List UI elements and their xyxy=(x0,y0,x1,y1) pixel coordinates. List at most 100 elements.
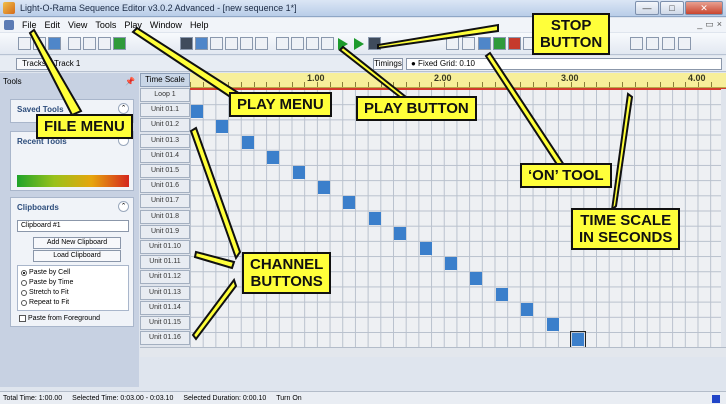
refresh-icon[interactable] xyxy=(113,37,126,50)
channel-button[interactable]: Unit 01.7 xyxy=(140,194,190,209)
channel-button[interactable]: Unit 01.9 xyxy=(140,224,190,239)
audio-icon[interactable] xyxy=(276,37,289,50)
paste-from-foreground-option[interactable]: Paste from Foreground xyxy=(19,315,100,322)
cut-icon[interactable] xyxy=(68,37,81,50)
video-icon[interactable] xyxy=(291,37,304,50)
play-from-cursor-button[interactable] xyxy=(352,37,365,50)
load-clipboard-button[interactable]: Load Clipboard xyxy=(33,250,121,262)
repeat-to-fit-option[interactable]: Repeat to Fit xyxy=(21,299,69,306)
copy-icon[interactable] xyxy=(83,37,96,50)
channel-button[interactable]: Unit 01.11 xyxy=(140,255,190,270)
menu-view[interactable]: View xyxy=(68,20,87,30)
shimmer-tool-icon[interactable] xyxy=(446,37,459,50)
loop-label[interactable]: Loop 1 xyxy=(140,88,190,102)
maximize-button[interactable]: □ xyxy=(660,1,684,15)
on-cell[interactable] xyxy=(241,135,254,149)
twinkle-tool-icon[interactable] xyxy=(462,37,475,50)
timings-select[interactable]: ● Fixed Grid: 0.10 xyxy=(406,58,722,70)
timing-icon[interactable] xyxy=(210,37,223,50)
save-icon[interactable] xyxy=(48,37,61,50)
on-cell[interactable] xyxy=(445,257,457,271)
minimize-button[interactable]: — xyxy=(635,1,659,15)
on-cell[interactable] xyxy=(394,226,407,240)
menu-tools[interactable]: Tools xyxy=(95,20,116,30)
on-cell[interactable] xyxy=(546,318,559,331)
fade-tool-icon[interactable] xyxy=(478,37,491,50)
add-clipboard-button[interactable]: Add New Clipboard xyxy=(33,237,121,249)
new-file-icon[interactable] xyxy=(18,37,31,50)
radio-icon[interactable] xyxy=(21,279,27,286)
channel-button[interactable]: Unit 01.8 xyxy=(140,209,190,224)
recent-tool-gradient[interactable] xyxy=(17,175,129,187)
channel-button[interactable]: Unit 01.16 xyxy=(140,331,190,346)
on-cell[interactable] xyxy=(570,331,586,349)
channel-button[interactable]: Unit 01.10 xyxy=(140,240,190,254)
time-scale-callout: TIME SCALE IN SECONDS xyxy=(571,208,681,250)
grid-tool-icon[interactable] xyxy=(180,37,193,50)
view-option-icon[interactable] xyxy=(630,37,643,50)
time-scale-ruler[interactable]: 1.00 2.00 3.00 4.00 xyxy=(190,73,726,88)
channel-button[interactable]: Unit 01.5 xyxy=(140,164,190,178)
on-cell[interactable] xyxy=(521,302,534,316)
zoom-icon[interactable] xyxy=(195,37,208,50)
paste-icon[interactable] xyxy=(98,37,111,50)
channel-button[interactable]: Unit 01.12 xyxy=(140,270,190,285)
on-tool-icon[interactable] xyxy=(493,37,506,50)
clock-icon[interactable] xyxy=(240,37,253,50)
radio-icon[interactable] xyxy=(21,289,27,296)
paste-by-cell-option[interactable]: Paste by Cell xyxy=(21,269,70,276)
list-icon[interactable] xyxy=(255,37,268,50)
vertical-scrollbar[interactable] xyxy=(721,89,726,347)
channel-button[interactable]: Unit 01.14 xyxy=(140,300,190,315)
radio-icon[interactable] xyxy=(21,299,27,306)
close-button[interactable]: ✕ xyxy=(685,1,723,15)
menu-play[interactable]: Play xyxy=(124,20,142,30)
radio-selected-icon[interactable] xyxy=(21,269,27,276)
menu-file[interactable]: File xyxy=(22,20,37,30)
mdi-close-button[interactable]: × xyxy=(717,19,722,30)
on-cell[interactable] xyxy=(216,120,229,134)
channel-button[interactable]: Unit 01.3 xyxy=(140,133,190,148)
channel-button[interactable]: Unit 01.13 xyxy=(140,285,190,300)
on-cell[interactable] xyxy=(267,150,280,164)
columns-icon[interactable] xyxy=(678,37,691,50)
menu-edit[interactable]: Edit xyxy=(45,20,61,30)
mdi-restore-button[interactable]: ▭ xyxy=(705,19,714,30)
on-cell[interactable] xyxy=(368,211,381,225)
on-cell[interactable] xyxy=(343,196,356,210)
horizontal-scrollbar[interactable] xyxy=(140,347,726,357)
pin-icon[interactable]: 📌 xyxy=(125,77,135,86)
split-icon[interactable] xyxy=(321,37,334,50)
record-icon[interactable] xyxy=(306,37,319,50)
chart-icon[interactable] xyxy=(646,37,659,50)
menu-window[interactable]: Window xyxy=(150,20,182,30)
timings-button[interactable]: Timings xyxy=(373,58,403,70)
paste-by-time-option[interactable]: Paste by Time xyxy=(21,279,73,286)
on-cell[interactable] xyxy=(318,181,330,195)
bars-icon[interactable] xyxy=(662,37,675,50)
on-cell[interactable] xyxy=(470,272,483,286)
checkbox-icon[interactable] xyxy=(19,315,26,322)
on-cell[interactable] xyxy=(419,242,432,255)
channel-button[interactable]: Unit 01.2 xyxy=(140,118,190,133)
document-icon[interactable] xyxy=(4,20,14,30)
collapse-icon[interactable]: ⌃ xyxy=(118,201,129,212)
clipboard-select[interactable]: Clipboard #1 xyxy=(17,220,129,232)
play-button[interactable] xyxy=(336,37,349,50)
on-cell[interactable] xyxy=(191,105,203,119)
menu-help[interactable]: Help xyxy=(190,20,209,30)
stretch-to-fit-option[interactable]: Stretch to Fit xyxy=(21,289,69,296)
collapse-icon[interactable]: ⌃ xyxy=(118,103,129,114)
stop-button[interactable] xyxy=(368,37,381,50)
mdi-minimize-button[interactable]: _ xyxy=(697,19,702,30)
off-tool-icon[interactable] xyxy=(508,37,521,50)
tracks-button[interactable]: Tracks xyxy=(16,58,52,70)
channel-button[interactable]: Unit 01.1 xyxy=(140,103,190,118)
on-cell[interactable] xyxy=(292,166,305,179)
channel-button[interactable]: Unit 01.4 xyxy=(140,148,190,163)
on-cell[interactable] xyxy=(495,287,508,301)
open-file-icon[interactable] xyxy=(33,37,46,50)
channel-button[interactable]: Unit 01.15 xyxy=(140,316,190,330)
channel-icon[interactable] xyxy=(225,37,238,50)
channel-button[interactable]: Unit 01.6 xyxy=(140,179,190,194)
